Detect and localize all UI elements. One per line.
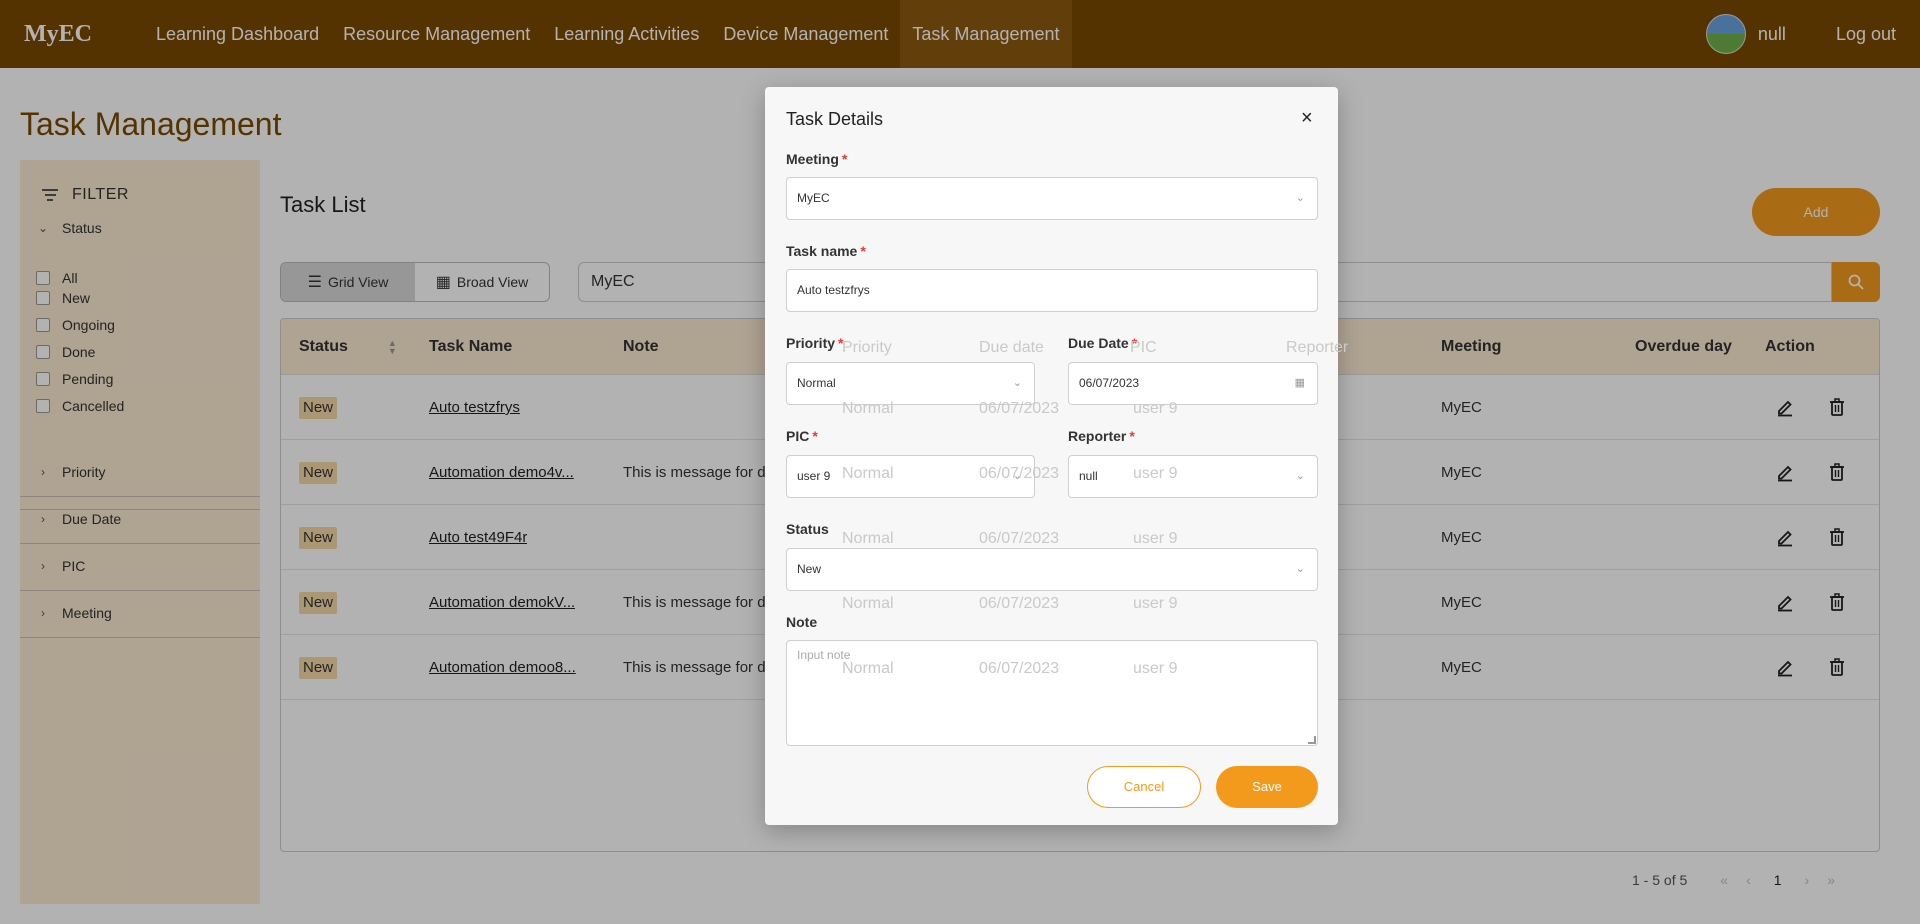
reporter-label: Reporter * (1068, 428, 1135, 444)
task-name-input[interactable]: Auto testzfrys (786, 269, 1318, 312)
task-details-modal: Task Details × Meeting * MyEC ⌄ Task name *… (765, 87, 1348, 825)
ghost-due: 06/07/2023 (979, 595, 1060, 612)
meeting-label: Meeting * (786, 151, 848, 167)
priority-select[interactable]: Normal ⌄ (786, 362, 1035, 405)
chevron-down-icon: ⌄ (1295, 563, 1305, 575)
pic-select[interactable]: user 9 ⌄ (786, 455, 1035, 498)
ghost-col-priority: Priority (842, 339, 892, 356)
ghost-pic: user 9 (1133, 530, 1178, 547)
meeting-select[interactable]: MyEC ⌄ (786, 177, 1318, 220)
ghost-col-due-date: Due date (979, 339, 1044, 356)
calendar-icon: ▦ (1294, 377, 1305, 389)
note-textarea[interactable]: Input note (786, 640, 1318, 746)
ghost-due: 06/07/2023 (979, 530, 1060, 547)
reporter-select[interactable]: null ⌄ (1068, 455, 1318, 498)
status-select[interactable]: New ⌄ (786, 548, 1318, 591)
task-name-label: Task name * (786, 243, 866, 259)
chevron-down-icon: ⌄ (1012, 377, 1022, 389)
ghost-priority: Normal (842, 530, 894, 547)
save-button[interactable]: Save (1216, 766, 1318, 808)
cancel-button[interactable]: Cancel (1087, 766, 1201, 808)
chevron-down-icon: ⌄ (1295, 470, 1305, 482)
pic-label: PIC * (786, 428, 818, 444)
status-label: Status (786, 521, 829, 537)
due-date-picker[interactable]: 06/07/2023 ▦ (1068, 362, 1318, 405)
ghost-priority: Normal (842, 595, 894, 612)
due-date-label: Due Date * (1068, 335, 1138, 351)
close-icon[interactable]: × (1301, 107, 1313, 130)
note-label: Note (786, 614, 818, 630)
modal-title: Task Details (786, 109, 884, 129)
priority-label: Priority * (786, 335, 844, 351)
resize-handle-icon[interactable] (1308, 736, 1316, 744)
chevron-down-icon: ⌄ (1012, 470, 1022, 482)
ghost-pic: user 9 (1133, 595, 1178, 612)
chevron-down-icon: ⌄ (1295, 192, 1305, 204)
